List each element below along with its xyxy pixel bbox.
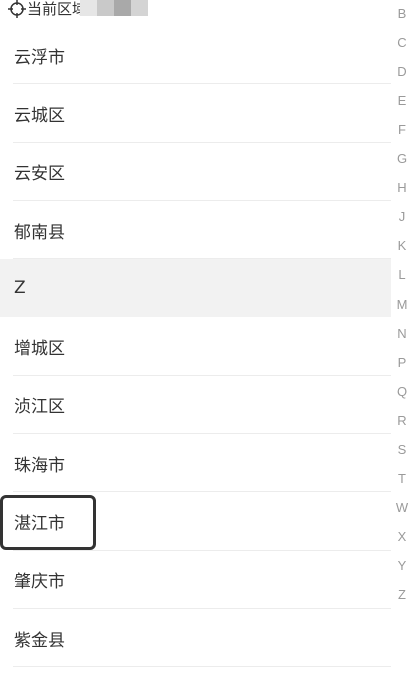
index-letter-k[interactable]: K <box>388 238 416 254</box>
index-letter-y[interactable]: Y <box>388 558 416 574</box>
index-letter-x[interactable]: X <box>388 529 416 545</box>
city-name: 肇庆市 <box>14 572 65 593</box>
city-list-item[interactable]: 云安区 <box>0 143 391 202</box>
index-letter-l[interactable]: L <box>388 267 416 283</box>
section-header-label: Z <box>14 278 26 299</box>
city-list-item[interactable]: 云城区 <box>0 84 391 143</box>
index-letter-s[interactable]: S <box>388 442 416 458</box>
city-list-item[interactable]: 珠海市 <box>0 434 391 493</box>
index-letter-b[interactable]: B <box>388 6 416 22</box>
city-name: 郁南县 <box>14 222 65 243</box>
index-letter-g[interactable]: G <box>388 151 416 167</box>
section-header: Z <box>0 259 391 318</box>
city-name: 增城区 <box>14 339 65 360</box>
index-letter-c[interactable]: C <box>388 35 416 51</box>
city-list-item[interactable]: 浈江区 <box>0 376 391 435</box>
index-letter-n[interactable]: N <box>388 326 416 342</box>
current-location-label: 当前区域 <box>27 0 88 18</box>
index-letter-j[interactable]: J <box>388 209 416 225</box>
index-letter-m[interactable]: M <box>388 297 416 313</box>
city-name: 云安区 <box>14 164 65 185</box>
city-list-item[interactable]: 郁南县 <box>0 201 391 260</box>
city-name: 湛江市 <box>14 514 65 535</box>
city-list-item[interactable]: 湛江市 <box>0 492 391 551</box>
index-letter-e[interactable]: E <box>388 93 416 109</box>
city-list-item[interactable]: 肇庆市 <box>0 551 391 610</box>
index-letter-w[interactable]: W <box>388 500 416 516</box>
locate-icon[interactable] <box>8 0 26 18</box>
city-list[interactable]: 云浮市云城区云安区郁南县 Z 增城区浈江区珠海市湛江市肇庆市紫金县 <box>0 26 391 668</box>
city-name: 珠海市 <box>14 455 65 476</box>
privacy-mosaic <box>80 0 148 16</box>
index-letter-q[interactable]: Q <box>388 384 416 400</box>
index-letter-p[interactable]: P <box>388 355 416 371</box>
alphabet-index-bar[interactable]: BCDEFGHJKLMNPQRSTWXYZ <box>388 0 416 605</box>
city-name: 浈江区 <box>14 397 65 418</box>
index-letter-r[interactable]: R <box>388 413 416 429</box>
index-letter-z[interactable]: Z <box>388 587 416 603</box>
index-letter-d[interactable]: D <box>388 64 416 80</box>
index-letter-t[interactable]: T <box>388 471 416 487</box>
city-list-item[interactable]: 紫金县 <box>0 609 391 668</box>
index-letter-f[interactable]: F <box>388 122 416 138</box>
city-list-item[interactable]: 增城区 <box>0 317 391 377</box>
city-name: 云浮市 <box>14 47 65 68</box>
current-location-bar[interactable]: 当前区域 <box>0 0 380 24</box>
city-list-item[interactable]: 云浮市 <box>0 26 391 85</box>
city-name: 紫金县 <box>14 630 65 651</box>
index-letter-h[interactable]: H <box>388 180 416 196</box>
city-name: 云城区 <box>14 105 65 126</box>
